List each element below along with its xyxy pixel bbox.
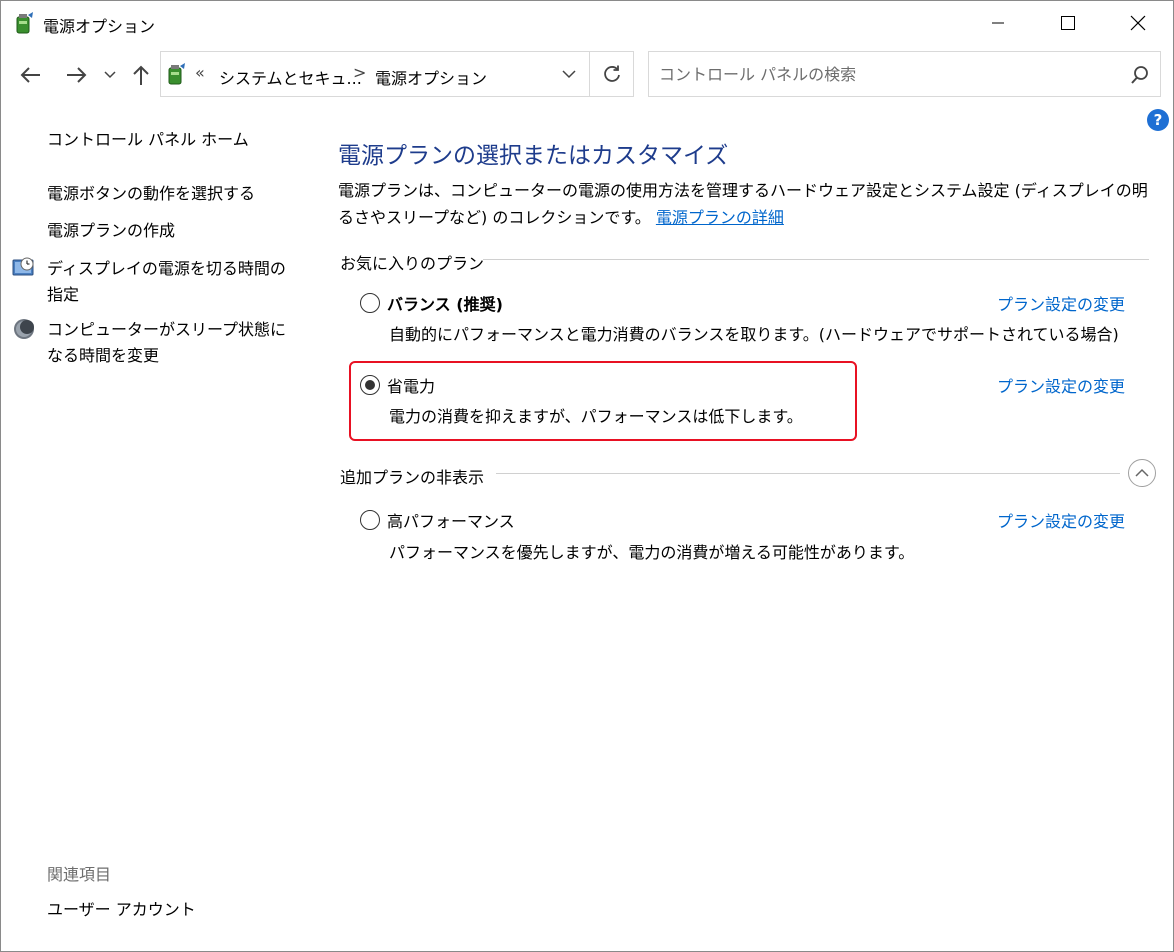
up-button[interactable] xyxy=(127,61,155,89)
chevron-down-icon xyxy=(104,71,116,79)
forward-button[interactable] xyxy=(62,61,90,89)
related-heading: 関連項目 xyxy=(47,865,112,884)
favorites-group-label: お気に入りのプラン xyxy=(340,254,485,273)
plan-balanced-description: 自動的にパフォーマンスと電力消費のバランスを取ります。(ハードウェアでサポートさ… xyxy=(389,325,1119,344)
minimize-button[interactable] xyxy=(963,1,1033,45)
search-box[interactable] xyxy=(648,51,1161,97)
plan-power-saver-description: 電力の消費を抑えますが、パフォーマンスは低下します。 xyxy=(389,407,803,426)
arrow-right-icon xyxy=(67,67,87,83)
plan-balanced-change-link[interactable]: プラン設定の変更 xyxy=(997,291,1125,315)
group-divider xyxy=(483,259,1149,260)
plan-high-performance-radio[interactable] xyxy=(360,510,380,530)
group-divider xyxy=(496,473,1120,474)
sidebar-item-create-plan[interactable]: 電源プランの作成 xyxy=(47,218,175,244)
power-options-icon xyxy=(16,12,33,34)
page-description: 電源プランは、コンピューターの電源の使用方法を管理するハードウェア設定とシステム… xyxy=(338,177,1158,231)
window: 電源オプション « システムとセキュ... > 電源オプション コントロール パ… xyxy=(0,0,1174,952)
plan-power-saver-radio[interactable] xyxy=(360,375,380,395)
refresh-button[interactable] xyxy=(589,52,633,96)
arrow-up-icon xyxy=(133,65,149,85)
display-clock-icon xyxy=(12,257,34,276)
search-icon[interactable] xyxy=(1129,64,1151,86)
breadcrumb-overflow[interactable]: « xyxy=(195,63,205,82)
hidden-group-label: 追加プランの非表示 xyxy=(340,468,485,487)
help-button[interactable]: ? xyxy=(1147,109,1169,131)
plan-balanced-name[interactable]: バランス (推奨) xyxy=(387,291,503,315)
power-options-icon xyxy=(168,63,185,85)
chevron-down-icon xyxy=(562,70,576,79)
minimize-icon xyxy=(992,22,1004,24)
breadcrumb-system-security[interactable]: システムとセキュ... xyxy=(219,65,362,89)
plan-power-saver-name[interactable]: 省電力 xyxy=(387,373,435,397)
back-button[interactable] xyxy=(17,61,45,89)
plan-high-performance-description: パフォーマンスを優先しますが、電力の消費が増える可能性があります。 xyxy=(389,543,915,562)
page-title: 電源プランの選択またはカスタマイズ xyxy=(338,143,729,169)
address-dropdown-button[interactable] xyxy=(549,52,589,96)
search-input[interactable] xyxy=(659,62,1109,86)
sidebar-home-link[interactable]: コントロール パネル ホーム xyxy=(47,127,249,153)
title-bar: 電源オプション xyxy=(1,1,1173,45)
address-bar[interactable]: « システムとセキュ... > 電源オプション xyxy=(160,51,634,97)
window-title: 電源オプション xyxy=(43,17,156,36)
maximize-icon xyxy=(1061,16,1075,30)
collapse-hidden-plans-button[interactable] xyxy=(1128,459,1156,487)
chevron-up-icon xyxy=(1135,468,1149,477)
refresh-icon xyxy=(603,65,620,82)
recent-locations-button[interactable] xyxy=(97,61,123,89)
breadcrumb-power-options[interactable]: 電源オプション xyxy=(375,65,487,89)
plan-balanced-radio[interactable] xyxy=(360,293,380,313)
sidebar-item-display-off[interactable]: ディスプレイの電源を切る時間の指定 xyxy=(47,256,297,308)
maximize-button[interactable] xyxy=(1033,1,1103,45)
plan-high-performance-change-link[interactable]: プラン設定の変更 xyxy=(997,508,1125,532)
related-user-accounts-link[interactable]: ユーザー アカウント xyxy=(47,897,196,923)
close-icon xyxy=(1130,15,1146,31)
close-button[interactable] xyxy=(1103,1,1173,45)
arrow-left-icon xyxy=(20,67,40,83)
sidebar-item-sleep-time[interactable]: コンピューターがスリープ状態になる時間を変更 xyxy=(47,317,297,369)
moon-icon xyxy=(14,319,34,339)
breadcrumb-separator[interactable]: > xyxy=(353,63,366,82)
plan-details-link[interactable]: 電源プランの詳細 xyxy=(656,208,784,227)
sidebar-item-power-buttons[interactable]: 電源ボタンの動作を選択する xyxy=(47,181,255,207)
plan-high-performance-name[interactable]: 高パフォーマンス xyxy=(387,508,515,532)
plan-power-saver-change-link[interactable]: プラン設定の変更 xyxy=(997,373,1125,397)
